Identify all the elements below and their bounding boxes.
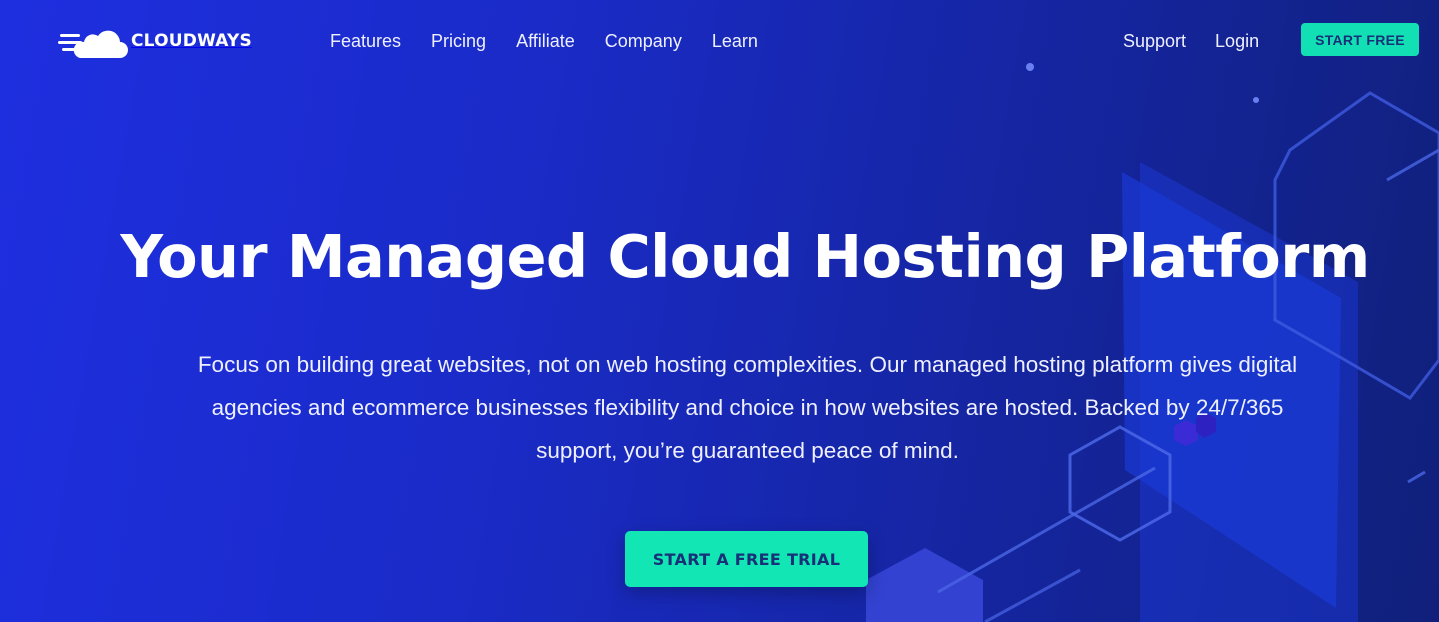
nav-item-pricing[interactable]: Pricing [431, 29, 486, 53]
deco-line-2 [984, 568, 1081, 622]
start-free-button[interactable]: START FREE [1301, 23, 1419, 56]
start-free-trial-button[interactable]: START A FREE TRIAL [625, 531, 868, 587]
cloud-logo-icon [58, 30, 128, 58]
nav-item-learn[interactable]: Learn [712, 29, 758, 53]
site-header: CLOUDWAYS Features Pricing Affiliate Com… [0, 0, 1439, 82]
deco-line-3 [1386, 148, 1439, 182]
hero-section: CLOUDWAYS Features Pricing Affiliate Com… [0, 0, 1439, 622]
nav-item-features[interactable]: Features [330, 29, 401, 53]
nav-item-affiliate[interactable]: Affiliate [516, 29, 575, 53]
secondary-nav: Support Login [1123, 29, 1259, 53]
hero-description: Focus on building great websites, not on… [197, 352, 1298, 463]
support-link[interactable]: Support [1123, 29, 1186, 53]
login-link[interactable]: Login [1215, 29, 1259, 53]
deco-line-1 [937, 466, 1156, 594]
brand-name: CLOUDWAYS [131, 31, 252, 51]
deco-dot-2 [1253, 97, 1259, 103]
background-decoration [866, 63, 1439, 622]
nav-item-company[interactable]: Company [605, 29, 682, 53]
hero-title: Your Managed Cloud Hosting Platform [120, 222, 1370, 291]
main-nav: Features Pricing Affiliate Company Learn [330, 29, 788, 53]
deco-hexagon-filled [866, 548, 983, 622]
cloudways-logo[interactable]: CLOUDWAYS [58, 22, 252, 60]
deco-line-4 [1407, 470, 1426, 484]
